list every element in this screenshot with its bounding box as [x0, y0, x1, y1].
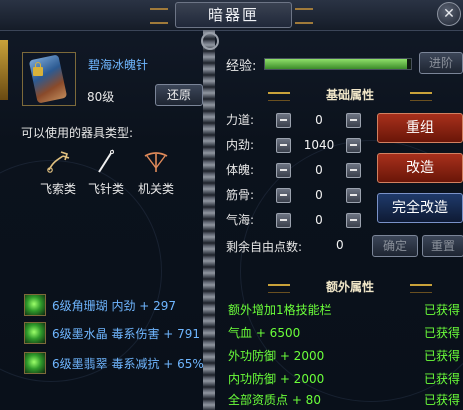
weapon-panel: 碧海冰魄针 80级 还原 可以使用的器具类型: 飞索类 飞针类 机关类 [14, 38, 203, 266]
stat-name: 内劲: [226, 138, 255, 152]
extra-attribute-status: 已获得 [423, 326, 460, 340]
gem-text: 6级墨翡翠 毒系减抗 + 65% [52, 357, 204, 371]
hidden-weapon-icon [28, 54, 68, 104]
stat-name: 力道: [226, 113, 255, 127]
extra-attribute-status: 已获得 [423, 349, 460, 363]
extra-attribute-row: 全部资质点 + 80 已获得 [228, 390, 462, 410]
close-button[interactable]: ✕ [437, 2, 461, 26]
basic-attributes-header: 基础属性 [325, 88, 374, 102]
gem-panel: 6级角珊瑚 内劲 + 297 6级墨水晶 毒系伤害 + 791 6级墨翡翠 毒系… [14, 282, 204, 406]
gem-icon[interactable] [24, 322, 46, 344]
extra-attribute-row: 外功防御 + 2000 已获得 [228, 346, 462, 366]
grappling-hook-icon [36, 146, 80, 176]
stat-value: 1040 [303, 138, 335, 152]
extra-attribute-name: 气血 + 6500 [228, 326, 301, 340]
lock-icon [33, 62, 43, 76]
exp-bar [264, 58, 412, 70]
free-points-value: 0 [336, 238, 344, 252]
exp-label: 经验: [226, 59, 257, 74]
modify-button[interactable]: 改造 [377, 153, 463, 183]
decrease-button[interactable] [276, 213, 291, 228]
extra-attribute-row: 气血 + 6500 已获得 [228, 323, 462, 343]
decrease-button[interactable] [276, 113, 291, 128]
stat-name: 气海: [226, 213, 255, 227]
reset-button[interactable]: 重置 [422, 235, 463, 257]
extra-attribute-status: 已获得 [423, 303, 460, 317]
weapon-level: 80级 [87, 90, 115, 104]
header-ornament-right [410, 92, 432, 101]
extra-attribute-status: 已获得 [423, 393, 460, 407]
advance-button[interactable]: 进阶 [419, 52, 463, 74]
type-item-needle: 飞针类 [84, 146, 128, 197]
title-bar: 暗器匣 ✕ [0, 0, 463, 31]
chain-divider [203, 30, 215, 410]
flying-needle-icon [84, 146, 128, 176]
type-label: 飞索类 [39, 182, 76, 196]
chain-ring-ornament [201, 32, 219, 50]
gem-text: 6级角珊瑚 内劲 + 297 [52, 299, 177, 313]
extra-attribute-name: 全部资质点 + 80 [228, 393, 321, 407]
increase-button[interactable] [346, 113, 361, 128]
decrease-button[interactable] [276, 138, 291, 153]
title-ornament-right [295, 8, 313, 24]
regroup-button[interactable]: 重组 [377, 113, 463, 143]
extra-attribute-status: 已获得 [423, 372, 460, 386]
exp-bar-fill [265, 59, 407, 69]
confirm-button[interactable]: 确定 [372, 235, 418, 257]
gem-icon[interactable] [24, 294, 46, 316]
window-title: 暗器匣 [175, 2, 292, 28]
restore-button[interactable]: 还原 [155, 84, 203, 106]
stat-value: 0 [315, 113, 323, 127]
hidden-weapon-box-window: 暗器匣 ✕ 碧海冰魄针 80级 还原 可以使用的器具类型: 飞索类 飞针类 机关… [0, 0, 463, 410]
extra-attribute-name: 内功防御 + 2000 [228, 372, 325, 386]
window-edge-decoration [0, 40, 8, 100]
stat-value: 0 [315, 188, 323, 202]
type-label: 飞针类 [87, 182, 124, 196]
full-modify-button[interactable]: 完全改造 [377, 193, 463, 223]
gem-icon[interactable] [24, 352, 46, 374]
extra-attribute-row: 额外增加1格技能栏 已获得 [228, 300, 462, 320]
extra-attribute-name: 外功防御 + 2000 [228, 349, 325, 363]
type-item-mechanism: 机关类 [134, 146, 178, 197]
free-points-label: 剩余自由点数: [226, 240, 303, 254]
increase-button[interactable] [346, 188, 361, 203]
header-ornament-right [410, 284, 432, 293]
increase-button[interactable] [346, 163, 361, 178]
decrease-button[interactable] [276, 163, 291, 178]
stat-value: 0 [315, 213, 323, 227]
stat-value: 0 [315, 163, 323, 177]
gem-text: 6级墨水晶 毒系伤害 + 791 [52, 327, 201, 341]
extra-attribute-name: 额外增加1格技能栏 [228, 303, 332, 317]
close-icon: ✕ [443, 6, 455, 22]
crossbow-mechanism-icon [134, 146, 178, 176]
decrease-button[interactable] [276, 188, 291, 203]
stat-name: 体魄: [226, 163, 255, 177]
type-item-grappling: 飞索类 [36, 146, 80, 197]
weapon-slot[interactable] [22, 52, 76, 106]
type-label: 机关类 [137, 182, 174, 196]
weapon-name: 碧海冰魄针 [88, 58, 149, 72]
increase-button[interactable] [346, 213, 361, 228]
extra-attributes-header: 额外属性 [325, 280, 374, 294]
usable-types-label: 可以使用的器具类型: [21, 126, 134, 140]
extra-attribute-row: 内功防御 + 2000 已获得 [228, 369, 462, 389]
stat-name: 筋骨: [226, 188, 255, 202]
title-ornament-left [150, 8, 168, 24]
increase-button[interactable] [346, 138, 361, 153]
